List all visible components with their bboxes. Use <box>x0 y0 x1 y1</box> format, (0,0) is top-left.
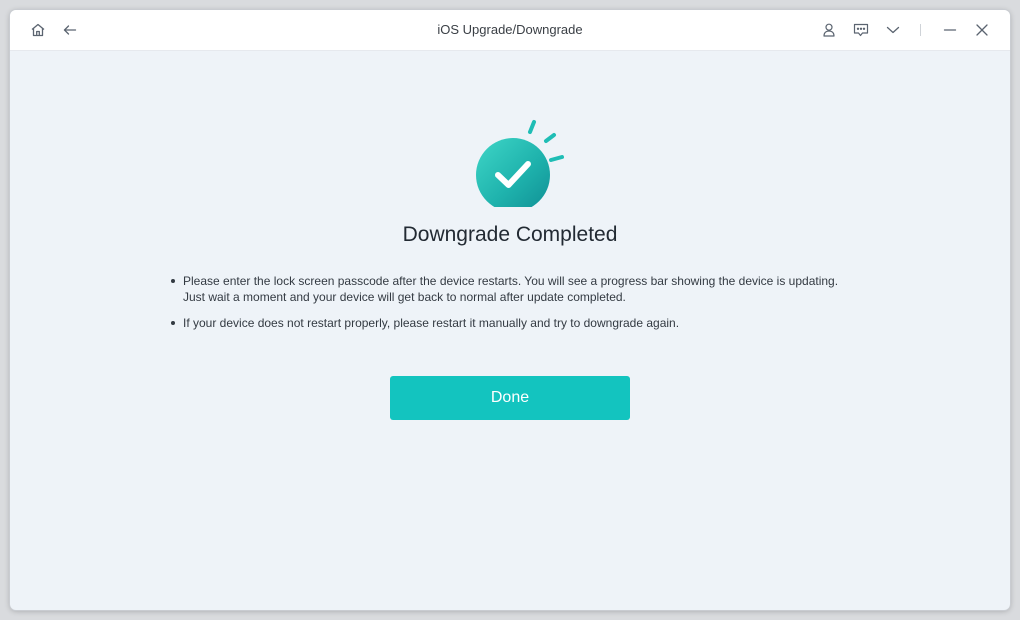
list-item: Please enter the lock screen passcode af… <box>170 273 860 305</box>
main-content: Downgrade Completed Please enter the loc… <box>10 51 1010 610</box>
title-bar: iOS Upgrade/Downgrade <box>10 10 1010 51</box>
done-button[interactable]: Done <box>390 376 630 420</box>
instruction-list: Please enter the lock screen passcode af… <box>170 273 860 341</box>
list-item: If your device does not restart properly… <box>170 315 860 331</box>
check-circle-icon <box>476 120 564 207</box>
minimize-icon[interactable] <box>940 20 960 40</box>
feedback-icon[interactable] <box>851 20 871 40</box>
app-window: iOS Upgrade/Downgrade Downgrade Complete… <box>10 10 1010 610</box>
user-icon[interactable] <box>819 20 839 40</box>
titlebar-separator <box>920 24 921 36</box>
chevron-down-icon[interactable] <box>883 20 903 40</box>
page-title: Downgrade Completed <box>402 223 618 246</box>
close-icon[interactable] <box>972 20 992 40</box>
